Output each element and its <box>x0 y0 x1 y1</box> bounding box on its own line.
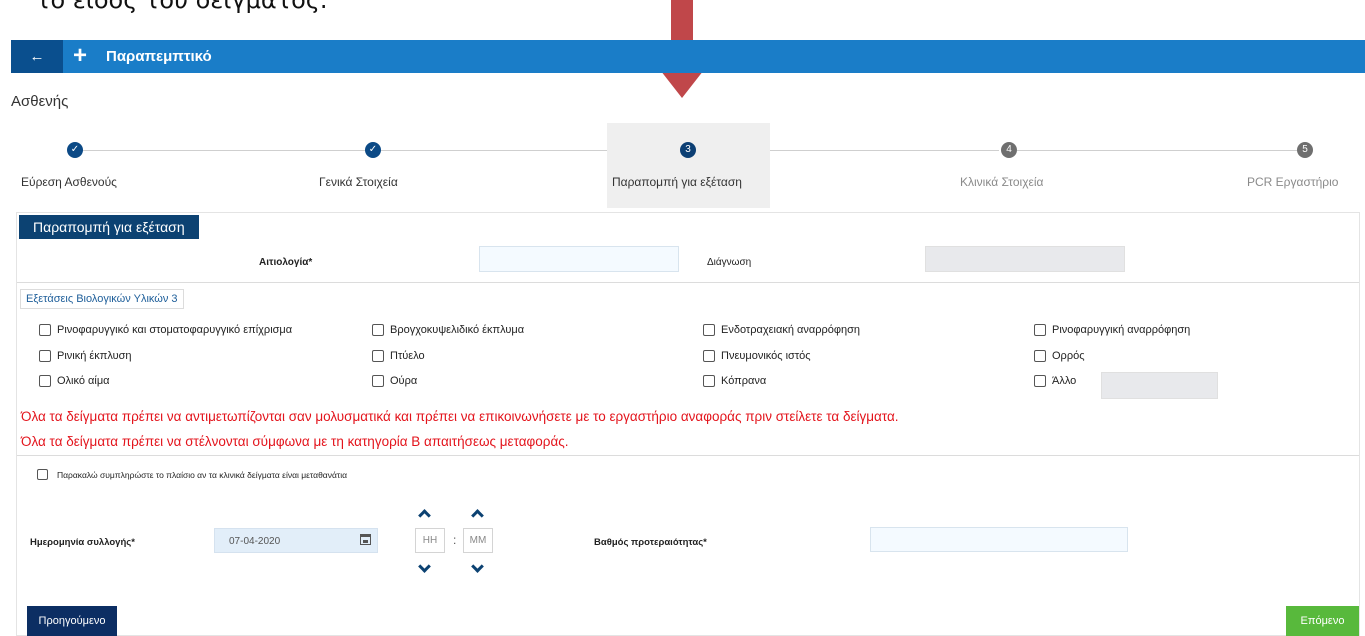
section-title: Παραπομπή για εξέταση <box>19 215 199 239</box>
checkbox-icon <box>1034 375 1046 387</box>
checkbox-icon <box>372 375 384 387</box>
step-number: 4 <box>1001 142 1017 158</box>
diagnosis-label: Διάγνωση <box>707 257 752 268</box>
sample-checkbox[interactable]: Πτύελο <box>372 350 425 362</box>
previous-button[interactable]: Προηγούμενο <box>27 606 117 636</box>
checkbox-icon <box>703 324 715 336</box>
diagnosis-input[interactable] <box>925 246 1125 272</box>
reason-label: Αιτιολογία* <box>259 257 313 268</box>
checkbox-icon <box>37 469 48 480</box>
referral-form: Παραπομπή για εξέταση Αιτιολογία* Διάγνω… <box>16 212 1360 636</box>
step-label: Κλινικά Στοιχεία <box>960 175 1044 189</box>
sample-checkbox[interactable]: Πνευμονικός ιστός <box>703 350 811 362</box>
step-4[interactable]: 4 Κλινικά Στοιχεία <box>931 123 1091 208</box>
sample-checkbox[interactable]: Κόπρανα <box>703 375 766 387</box>
check-icon: ✓ <box>67 142 83 158</box>
check-icon: ✓ <box>365 142 381 158</box>
sample-checkbox[interactable]: Ρινοφαρυγγικό και στοματοφαρυγγικό επίχρ… <box>39 324 292 336</box>
calendar-icon[interactable] <box>360 534 371 545</box>
other-sample-input[interactable] <box>1101 372 1218 399</box>
checkbox-icon <box>39 350 51 362</box>
next-button[interactable]: Επόμενο <box>1286 606 1359 636</box>
collection-date-input[interactable]: 07-04-2020 <box>214 528 378 553</box>
checkbox-icon <box>1034 324 1046 336</box>
hour-down-icon[interactable] <box>418 560 431 573</box>
instruction-caption: το είδος του δείγματος. <box>36 0 328 14</box>
checkbox-icon <box>372 324 384 336</box>
reason-input[interactable] <box>479 246 679 272</box>
minute-up-icon[interactable] <box>471 509 484 522</box>
sample-checkbox[interactable]: Ορρός <box>1034 350 1085 362</box>
plus-icon: + <box>73 42 88 69</box>
step-3[interactable]: 3 Παραπομπή για εξέταση <box>607 123 770 208</box>
step-5[interactable]: 5 PCR Εργαστήριο <box>1241 123 1365 208</box>
priority-input[interactable] <box>870 527 1128 552</box>
warning-infectious: Όλα τα δείγματα πρέπει να αντιμετωπίζοντ… <box>21 409 899 424</box>
collection-date-label: Ημερομηνία συλλογής* <box>30 537 135 548</box>
sample-checkbox[interactable]: Βρογχοκυψελιδικό έκπλυμα <box>372 324 524 336</box>
back-button[interactable]: ← <box>11 40 63 73</box>
step-number: 5 <box>1297 142 1313 158</box>
priority-label: Βαθμός προτεραιότητας* <box>594 537 707 548</box>
divider <box>17 455 1359 456</box>
checkbox-icon <box>1034 350 1046 362</box>
checkbox-icon <box>372 350 384 362</box>
step-label: Παραπομπή για εξέταση <box>612 175 742 189</box>
sample-checkbox[interactable]: Ούρα <box>372 375 417 387</box>
warning-transport: Όλα τα δείγματα πρέπει να στέλνονται σύμ… <box>21 434 569 449</box>
checkbox-icon <box>703 375 715 387</box>
app-header: ← + Παραπεμπτικό <box>11 40 1365 73</box>
step-2[interactable]: ✓ Γενικά Στοιχεία <box>311 123 451 208</box>
time-separator: : <box>453 533 457 547</box>
checkbox-icon <box>39 375 51 387</box>
hour-up-icon[interactable] <box>418 509 431 522</box>
step-number: 3 <box>680 142 696 158</box>
divider <box>17 282 1359 283</box>
hour-input[interactable]: HH <box>415 528 445 553</box>
step-label: Εύρεση Ασθενούς <box>21 175 117 189</box>
minute-input[interactable]: MM <box>463 528 493 553</box>
step-1[interactable]: ✓ Εύρεση Ασθενούς <box>11 123 151 208</box>
sample-checkbox[interactable]: Ενδοτραχειακή αναρρόφηση <box>703 324 860 336</box>
sample-checkbox[interactable]: Ρινοφαρυγγική αναρρόφηση <box>1034 324 1190 336</box>
sample-checkbox[interactable]: Ρινική έκπλυση <box>39 350 132 362</box>
postmortem-checkbox[interactable]: Παρακαλώ συμπληρώστε το πλαίσιο αν τα κλ… <box>37 469 347 480</box>
page-title: Ασθενής <box>11 93 69 110</box>
checkbox-icon <box>39 324 51 336</box>
sample-checkbox[interactable]: Άλλο <box>1034 375 1076 387</box>
minute-down-icon[interactable] <box>471 560 484 573</box>
step-label: Γενικά Στοιχεία <box>319 175 398 189</box>
sample-checkbox[interactable]: Ολικό αίμα <box>39 375 110 387</box>
wizard-stepper: ✓ Εύρεση Ασθενούς ✓ Γενικά Στοιχεία 3 Πα… <box>11 123 1365 208</box>
checkbox-icon <box>703 350 715 362</box>
tab-biological-samples[interactable]: Εξετάσεις Βιολογικών Υλικών 3 <box>20 289 184 309</box>
step-label: PCR Εργαστήριο <box>1247 175 1339 189</box>
header-title: Παραπεμπτικό <box>106 48 212 65</box>
